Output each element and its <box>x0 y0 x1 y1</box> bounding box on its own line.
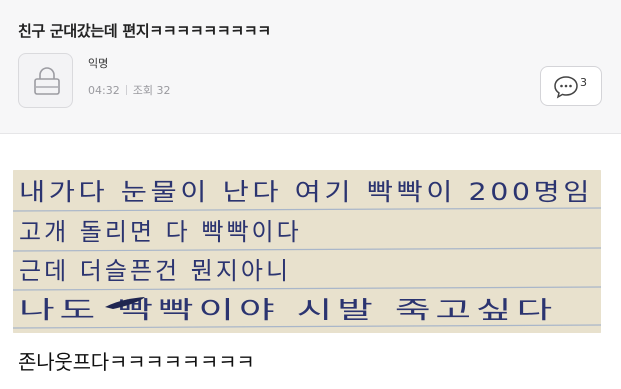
comment-button[interactable]: 3 <box>540 66 602 106</box>
meta-divider <box>125 85 127 95</box>
letter-line: 고개 돌리면 다 빡빡이다 <box>19 218 302 246</box>
author-name[interactable]: 익명 <box>88 55 108 71</box>
post-body-text: 존나웃프다ㅋㅋㅋㅋㅋㅋㅋㅋ <box>18 350 255 374</box>
letter-line: 근데 더슬픈건 뭔지아니 <box>19 257 291 285</box>
post-header: 친구 군대갔는데 편지ㅋㅋㅋㅋㅋㅋㅋㅋㅋ 익명 04:32 조회 32 3 <box>0 0 621 134</box>
post-time: 04:32 <box>88 84 120 97</box>
letter-line: 나도 빡빡이야 시발 죽고싶다 <box>19 296 557 324</box>
letter-photo: 내가다 눈물이 난다 여기 빡빡이 200명임 고개 돌리면 다 빡빡이다 근데… <box>13 170 601 333</box>
post-meta: 04:32 조회 32 <box>88 82 170 98</box>
speech-bubble-icon <box>554 76 578 99</box>
avatar[interactable] <box>18 53 73 108</box>
letter-line: 내가다 눈물이 난다 여기 빡빡이 200명임 <box>19 178 593 206</box>
post-title: 친구 군대갔는데 편지ㅋㅋㅋㅋㅋㅋㅋㅋㅋ <box>18 22 271 40</box>
view-count: 조회 32 <box>132 84 171 97</box>
comment-count: 3 <box>580 76 587 89</box>
lock-icon <box>34 67 60 95</box>
